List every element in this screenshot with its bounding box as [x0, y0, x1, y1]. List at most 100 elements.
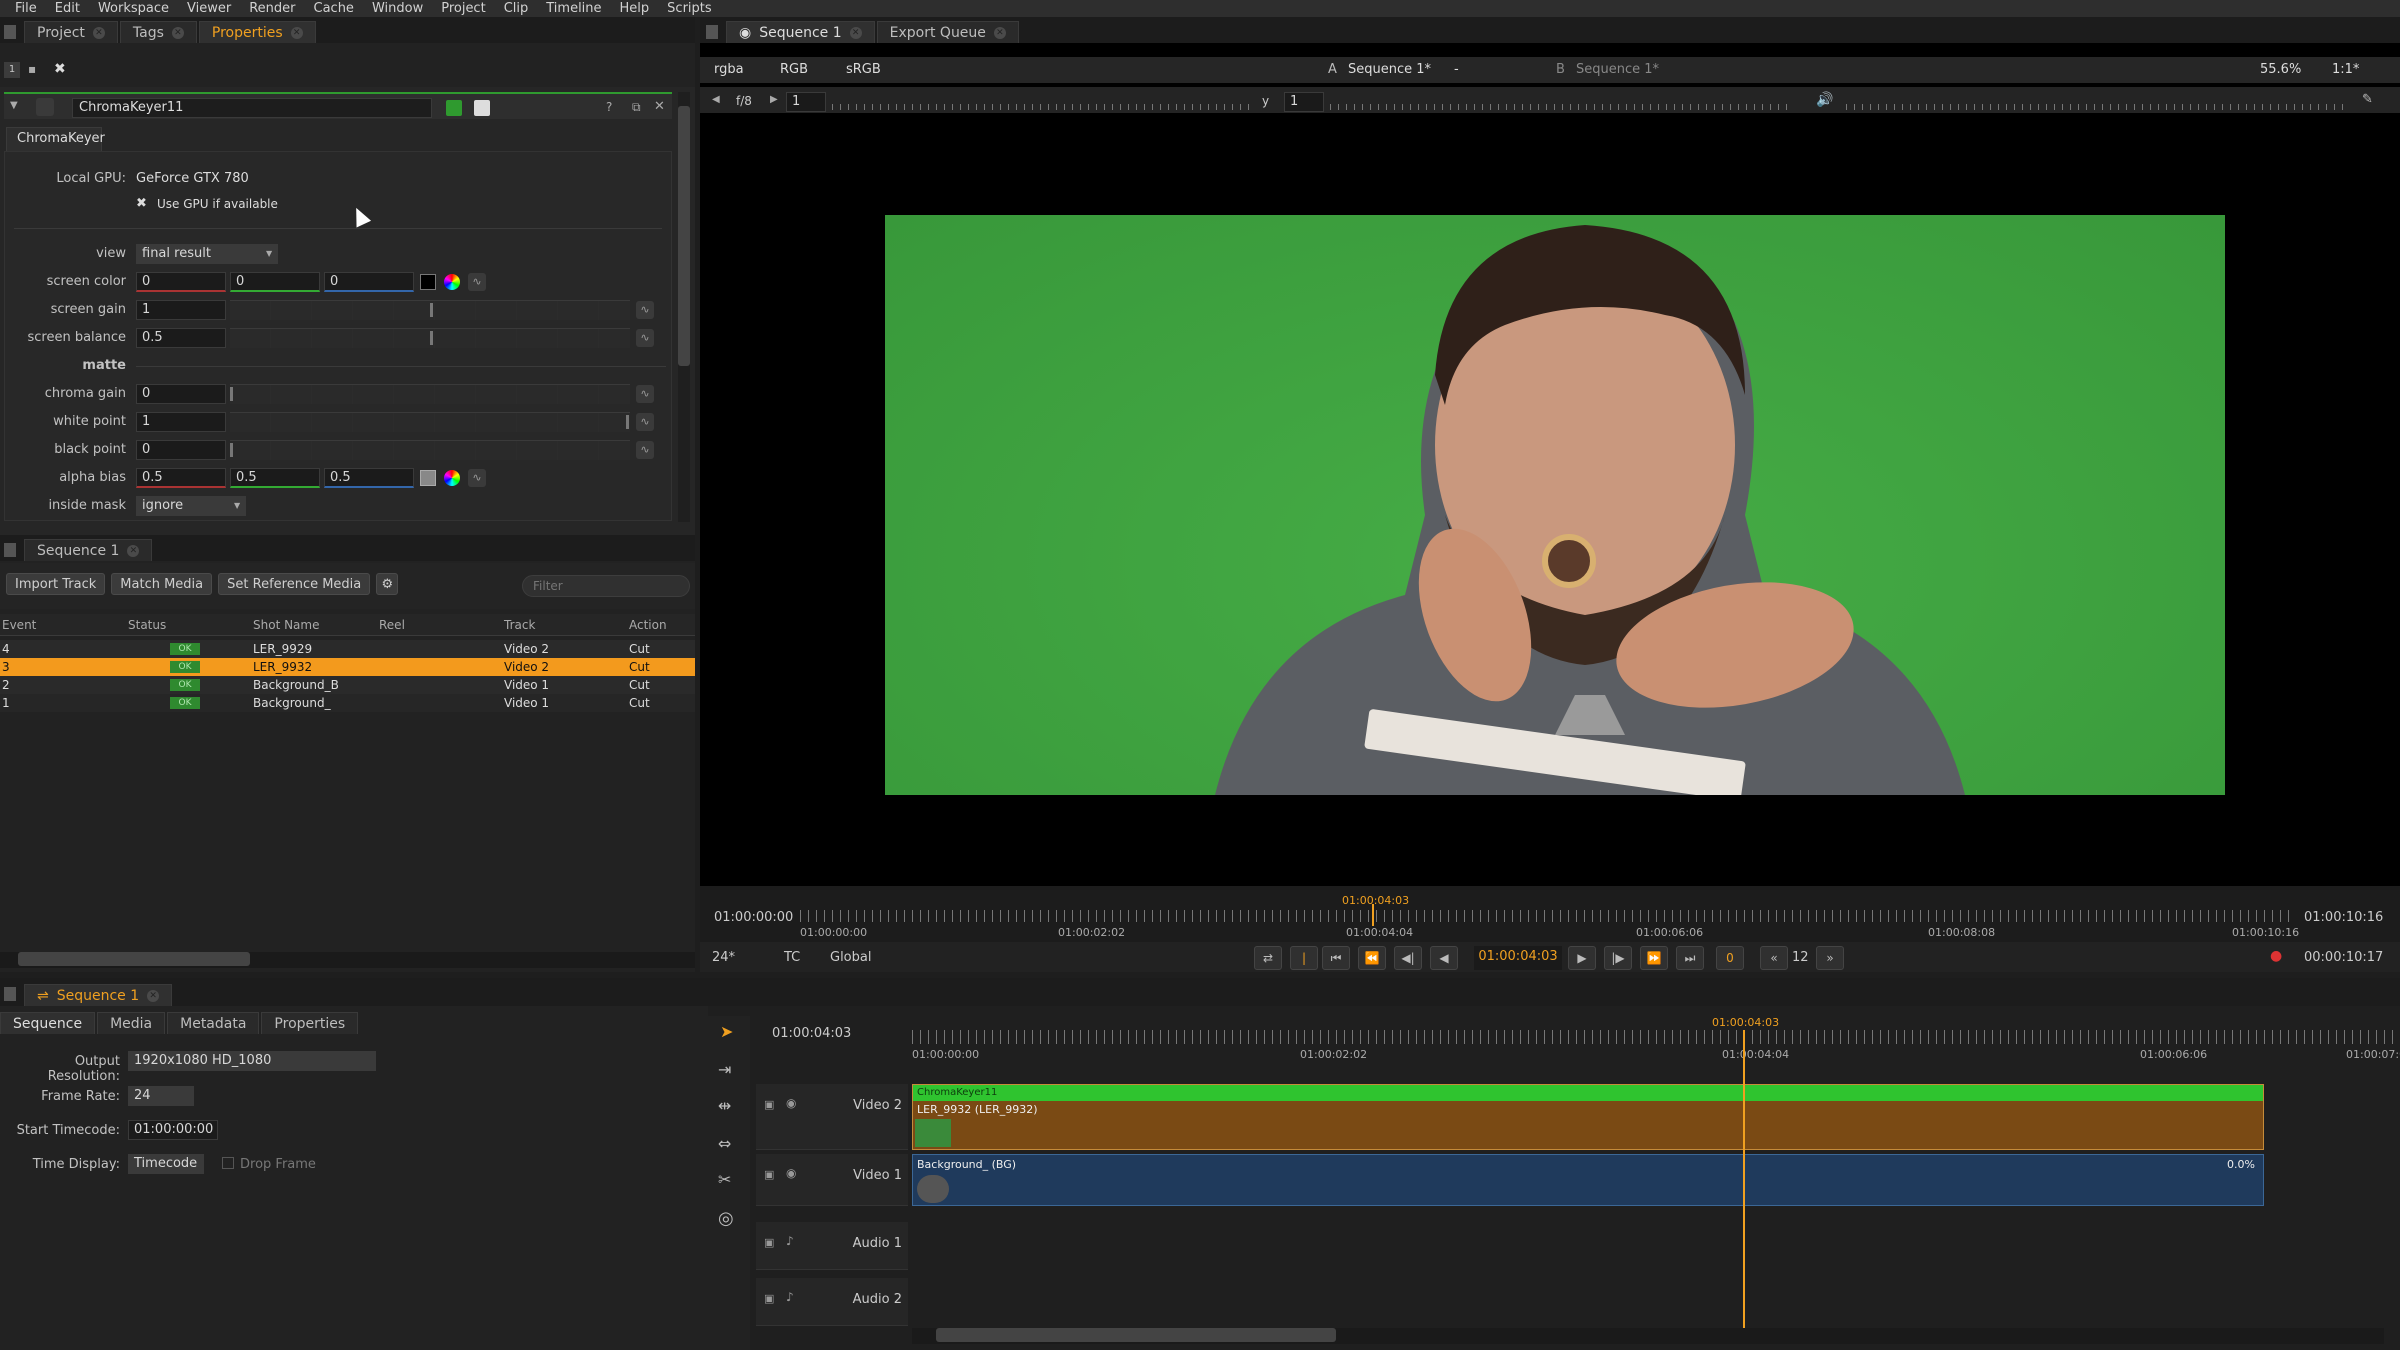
- white-point-slider[interactable]: [230, 412, 630, 432]
- screen-gain-slider[interactable]: [230, 300, 630, 320]
- play-reverse-icon[interactable]: ◀: [1430, 946, 1458, 970]
- lock-icon[interactable]: ▣: [764, 1098, 774, 1111]
- table-row[interactable]: 2 OK Background_B Video 1 Cut: [0, 676, 695, 694]
- x-field[interactable]: 1: [786, 92, 826, 112]
- float-icon[interactable]: ⧉: [632, 100, 641, 115]
- curve-icon[interactable]: ∿: [636, 413, 654, 431]
- curve-icon[interactable]: ∿: [636, 329, 654, 347]
- curve-icon[interactable]: ∿: [468, 469, 486, 487]
- speaker-icon[interactable]: 🔊: [1816, 92, 1833, 108]
- start-timecode-field[interactable]: 01:00:00:00: [128, 1120, 218, 1140]
- x-scrub-ruler[interactable]: [832, 104, 1252, 110]
- eyedropper-icon[interactable]: ✎: [2362, 92, 2373, 107]
- color-swatch[interactable]: [420, 274, 436, 290]
- b-sequence-dropdown[interactable]: Sequence 1*: [1576, 62, 1659, 77]
- step-back-amount-icon[interactable]: «: [1760, 946, 1788, 970]
- menu-item-scripts[interactable]: Scripts: [658, 0, 720, 17]
- video1-clip[interactable]: Background_ (BG) 0.0%: [912, 1154, 2264, 1206]
- node-enable-icon[interactable]: [446, 100, 462, 116]
- black-point-field[interactable]: 0: [136, 440, 226, 460]
- section-tab[interactable]: ChromaKeyer: [6, 127, 105, 151]
- video2-clip[interactable]: ChromaKeyer11 LER_9932 (LER_9932): [912, 1084, 2264, 1150]
- scope-dropdown[interactable]: Global: [830, 950, 871, 965]
- a-sequence-dropdown[interactable]: Sequence 1*: [1348, 62, 1431, 77]
- chroma-gain-field[interactable]: 0: [136, 384, 226, 404]
- track-header-audio-1[interactable]: ▣ ♪ Audio 1: [756, 1222, 908, 1270]
- close-icon[interactable]: ✕: [147, 989, 160, 1002]
- color-wheel-icon[interactable]: [444, 274, 460, 290]
- time-display-dropdown[interactable]: Timecode: [128, 1154, 204, 1174]
- ratio-dropdown[interactable]: 1:1*: [2332, 62, 2359, 77]
- help-icon[interactable]: ?: [606, 100, 612, 114]
- screen-color-r[interactable]: 0: [136, 272, 226, 292]
- menu-item-workspace[interactable]: Workspace: [89, 0, 178, 17]
- screen-color-b[interactable]: 0: [324, 272, 414, 292]
- alpha-bias-g[interactable]: 0.5: [230, 468, 320, 488]
- menu-item-clip[interactable]: Clip: [495, 0, 538, 17]
- menu-item-render[interactable]: Render: [240, 0, 304, 17]
- curve-icon[interactable]: ∿: [636, 301, 654, 319]
- colorspace-dropdown[interactable]: RGB: [780, 62, 808, 77]
- collapse-icon[interactable]: ▼: [10, 100, 18, 111]
- col-event[interactable]: Event: [2, 618, 36, 632]
- event-hscrollbar[interactable]: [0, 952, 695, 968]
- y-field[interactable]: 1: [1284, 92, 1324, 112]
- close-icon[interactable]: ✕: [127, 544, 140, 557]
- close-icon[interactable]: ✕: [92, 26, 105, 39]
- import-track-button[interactable]: Import Track: [6, 573, 106, 595]
- menu-item-project[interactable]: Project: [432, 0, 494, 17]
- col-reel[interactable]: Reel: [379, 618, 405, 632]
- tab-properties[interactable]: Properties ✕: [198, 21, 316, 43]
- prev-icon[interactable]: ◀: [712, 94, 720, 105]
- col-track[interactable]: Track: [504, 618, 535, 632]
- view-dropdown[interactable]: final result: [136, 244, 278, 264]
- track-header-video-1[interactable]: ▣ ◉ Video 1: [756, 1154, 908, 1206]
- play-icon[interactable]: ▶: [1568, 946, 1596, 970]
- record-icon[interactable]: ●: [2270, 948, 2282, 964]
- fps-dropdown[interactable]: 24*: [712, 950, 735, 965]
- timeline-hscrollbar[interactable]: [912, 1328, 2384, 1344]
- next-icon[interactable]: ▶: [770, 94, 778, 105]
- in-point-icon[interactable]: |: [1290, 946, 1318, 970]
- video-frame[interactable]: [885, 215, 2225, 801]
- menu-item-help[interactable]: Help: [611, 0, 659, 17]
- razor-icon[interactable]: ✂: [718, 1170, 731, 1189]
- clear-icon[interactable]: ✖: [54, 61, 66, 77]
- lock-icon[interactable]: ▪: [28, 62, 42, 78]
- track-select-icon[interactable]: ⇥: [718, 1060, 731, 1079]
- effect-bar[interactable]: ChromaKeyer11: [913, 1085, 2263, 1101]
- screen-gain-field[interactable]: 1: [136, 300, 226, 320]
- subtab-media[interactable]: Media: [97, 1012, 166, 1034]
- tab-sequence-1[interactable]: Sequence 1 ✕: [24, 539, 153, 561]
- match-media-button[interactable]: Match Media: [111, 573, 213, 595]
- tab-tags[interactable]: Tags ✕: [119, 21, 197, 43]
- volume-ruler[interactable]: [1846, 104, 2346, 110]
- filter-input[interactable]: [522, 575, 690, 597]
- out-point-icon[interactable]: 0: [1716, 946, 1744, 970]
- fast-forward-icon[interactable]: »: [1816, 946, 1844, 970]
- close-icon[interactable]: ✕: [849, 26, 862, 39]
- close-node-icon[interactable]: ✕: [654, 99, 665, 114]
- a-compare-dropdown[interactable]: -: [1454, 62, 1459, 77]
- speaker-icon[interactable]: ♪: [786, 1290, 794, 1304]
- lock-icon[interactable]: ▣: [764, 1236, 774, 1249]
- timeline-ruler[interactable]: [912, 1030, 2400, 1044]
- black-point-slider[interactable]: [230, 440, 630, 460]
- menu-item-window[interactable]: Window: [363, 0, 432, 17]
- frame-rate-dropdown[interactable]: 24: [128, 1086, 194, 1106]
- table-row[interactable]: 3 OK LER_9932 Video 2 Cut: [0, 658, 695, 676]
- col-action[interactable]: Action: [629, 618, 667, 632]
- timeline-playhead[interactable]: [1743, 1030, 1745, 1330]
- screen-color-g[interactable]: 0: [230, 272, 320, 292]
- node-name-field[interactable]: ChromaKeyer11: [72, 98, 432, 118]
- menu-item-cache[interactable]: Cache: [305, 0, 363, 17]
- table-row[interactable]: 4 OK LER_9929 Video 2 Cut: [0, 640, 695, 658]
- output-resolution-dropdown[interactable]: 1920x1080 HD_1080: [128, 1051, 376, 1071]
- tab-bottom-sequence-1[interactable]: ⇌ Sequence 1 ✕: [24, 984, 173, 1006]
- drop-frame-checkbox[interactable]: [222, 1157, 234, 1169]
- white-point-field[interactable]: 1: [136, 412, 226, 432]
- step-back-icon[interactable]: ◀|: [1394, 946, 1422, 970]
- track-header-audio-2[interactable]: ▣ ♪ Audio 2: [756, 1278, 908, 1326]
- table-row[interactable]: 1 OK Background_ Video 1 Cut: [0, 694, 695, 712]
- select-tool-icon[interactable]: ➤: [720, 1022, 733, 1041]
